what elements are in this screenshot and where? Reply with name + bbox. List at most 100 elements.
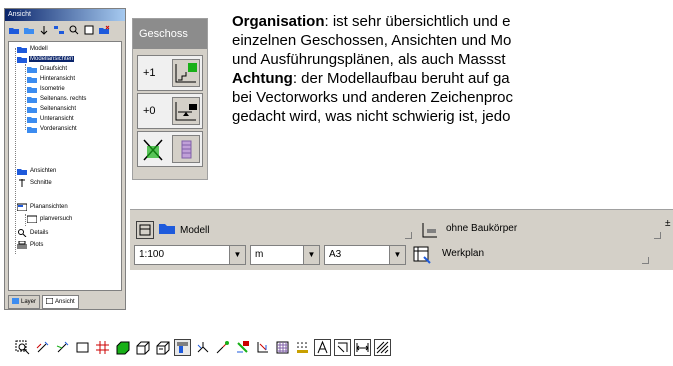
new-view-icon[interactable]: [22, 24, 35, 37]
grid-snap-icon[interactable]: [94, 339, 111, 356]
section-icon: [17, 179, 27, 187]
solid-box-icon[interactable]: [114, 339, 131, 356]
ground-floor-icon: [175, 102, 197, 121]
view-infobar: Modell ohne Baukörper ± 1:100 ▼ m ▼ A3 ▼ We…: [130, 209, 673, 270]
geschoss-title: Geschoss: [133, 19, 207, 49]
view-tab-icon: [45, 297, 54, 306]
level-label: +0: [143, 105, 156, 117]
tree-item-details[interactable]: Details: [17, 228, 49, 238]
paper-select[interactable]: A3 ▼: [324, 245, 406, 265]
chevron-down-icon: ▼: [229, 246, 245, 264]
orbit-view-icon[interactable]: [54, 339, 71, 356]
level-plus1-button[interactable]: [172, 59, 200, 87]
geschoss-palette: Geschoss +1 +0: [132, 18, 208, 180]
search-icon[interactable]: [67, 24, 80, 37]
upper-floor-icon: [175, 63, 197, 83]
level-row-tools: [137, 131, 203, 167]
navigator-toolbar: [5, 21, 125, 39]
hidden-box-icon[interactable]: [154, 339, 171, 356]
offset-indicator: ±: [665, 218, 671, 229]
printer-icon: [17, 240, 27, 249]
paragraph-line: gedacht wird, was nicht schwierig ist, j…: [232, 108, 511, 125]
plan-type-field[interactable]: Werkplan: [438, 245, 650, 265]
folder-icon: [17, 55, 27, 63]
fill-tool-icon[interactable]: [374, 338, 391, 356]
sheet-folder-icon: [16, 203, 28, 212]
tree-item-hinteransicht[interactable]: Hinteransicht: [27, 74, 76, 84]
level-row-plus1[interactable]: +1: [137, 55, 203, 91]
delete-view-icon[interactable]: [97, 24, 110, 37]
tree-item-plots[interactable]: Plots: [17, 240, 44, 250]
tab-ansicht[interactable]: Ansicht: [42, 295, 79, 309]
hatch-icon[interactable]: [274, 339, 291, 356]
level-row-plus0[interactable]: +0: [137, 93, 203, 129]
layer-tab-icon: [12, 298, 19, 306]
tree-item-planversuch[interactable]: planversuch: [26, 214, 73, 224]
folder-icon: [17, 45, 27, 53]
magnifier-icon: [17, 229, 27, 238]
zoom-select-icon[interactable]: [14, 339, 31, 356]
tree-item-isometrie[interactable]: Isometrie: [27, 84, 66, 94]
light-icon[interactable]: [234, 339, 251, 356]
level-settings-button[interactable]: [172, 135, 200, 163]
view-tree: Modell Modellansichten Draufsicht Hinter…: [8, 41, 122, 291]
chevron-down-icon: ▼: [303, 246, 319, 264]
tool-palette: [14, 336, 468, 358]
axis-rotate-icon[interactable]: [214, 339, 231, 356]
tree-item-vorderansicht[interactable]: Vorderansicht: [27, 124, 78, 134]
axis-move-icon[interactable]: [194, 339, 211, 356]
view-icon: [27, 105, 37, 113]
active-tool-icon[interactable]: [174, 338, 191, 356]
wire-box-icon[interactable]: [134, 339, 151, 356]
tree-item-draufsicht[interactable]: Draufsicht: [27, 64, 68, 74]
resize-grip: [405, 232, 412, 239]
unit-select[interactable]: m ▼: [250, 245, 320, 265]
folder-icon: [17, 167, 27, 175]
resize-grip: [654, 232, 661, 239]
dots-grid-icon[interactable]: [294, 339, 311, 356]
view-name-field[interactable]: Modell: [158, 220, 413, 240]
navigator-titlebar[interactable]: Ansicht: [5, 9, 125, 21]
view-settings-button[interactable]: [136, 221, 154, 239]
chevron-down-icon: ▼: [389, 246, 405, 264]
view-folder-icon[interactable]: [7, 24, 20, 37]
tree-item-ansichten[interactable]: Ansichten: [17, 166, 57, 176]
tree-icon[interactable]: [52, 24, 65, 37]
view-icon: [27, 85, 37, 93]
paragraph-line: und Ausführungsplänen, als auch Massst: [232, 51, 506, 68]
tree-item-modell[interactable]: Modell: [17, 44, 49, 54]
tree-item-modellansichten[interactable]: Modellansichten: [17, 54, 75, 64]
folder-icon: [158, 220, 176, 240]
remove-level-icon[interactable]: [142, 138, 164, 167]
resize-grip: [642, 257, 649, 264]
scale-select[interactable]: 1:100 ▼: [134, 245, 246, 265]
sheet-icon: [26, 215, 38, 224]
rectangle-icon[interactable]: [74, 339, 91, 356]
tab-layer[interactable]: Layer: [8, 295, 41, 309]
tree-item-seitenansicht[interactable]: Seitenansicht: [27, 104, 77, 114]
text-tool-icon[interactable]: [314, 338, 331, 356]
paragraph-line: Achtung: der Modellaufbau beruht auf ga: [232, 70, 510, 87]
rotate-view-icon[interactable]: [34, 339, 51, 356]
description-text: Organisation: ist sehr übersichtlich und…: [232, 12, 673, 126]
view-icon: [27, 75, 37, 83]
settings-icon[interactable]: [82, 24, 95, 37]
tree-item-unteransicht[interactable]: Unteransicht: [27, 114, 75, 124]
layer-filter-field[interactable]: ohne Baukörper: [442, 220, 662, 240]
level-label: +1: [143, 67, 156, 79]
plan-type-icon[interactable]: [412, 245, 432, 270]
layer-filter-icon[interactable]: [420, 221, 438, 239]
view-icon: [27, 115, 37, 123]
dimension-tool-icon[interactable]: [334, 338, 351, 356]
level-plus0-button[interactable]: [172, 97, 200, 125]
sort-icon[interactable]: [37, 24, 50, 37]
tree-item-seitenans-rechts[interactable]: Seitenans. rechts: [27, 94, 87, 104]
navigator-tabs: Layer Ansicht: [8, 295, 79, 309]
tree-item-planansichten[interactable]: Planansichten: [16, 202, 69, 212]
measure-tool-icon[interactable]: [354, 338, 371, 356]
slope-icon[interactable]: [254, 339, 271, 356]
view-icon: [27, 125, 37, 133]
tree-item-schnitte[interactable]: Schnitte: [17, 178, 53, 188]
view-icon: [27, 95, 37, 103]
paragraph-line: Organisation: ist sehr übersichtlich und…: [232, 13, 511, 30]
